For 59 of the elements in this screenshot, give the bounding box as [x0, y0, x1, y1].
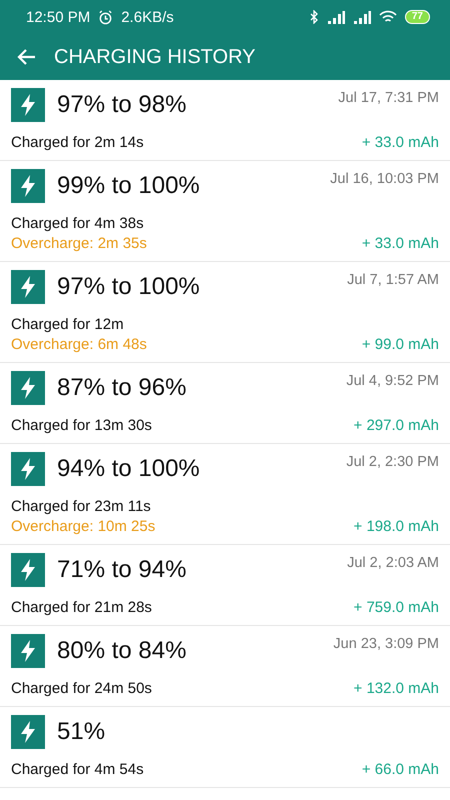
charge-session[interactable]: 94% to 100% Jul 2, 2:30 PM Charged for 23m 11s Overcharge: 10m 25s + 198.0 mAh	[0, 444, 450, 545]
lightning-icon	[11, 715, 45, 749]
session-date: Jun 23, 3:09 PM	[333, 635, 439, 652]
lightning-icon	[11, 634, 45, 668]
charge-session[interactable]: 80% to 84% Jun 23, 3:09 PM Charged for 24m 50s + 132.0 mAh	[0, 626, 450, 707]
charge-amount: + 33.0 mAh	[362, 235, 439, 252]
charge-session[interactable]: 97% to 98% Jul 17, 7:31 PM Charged for 2m 14s + 33.0 mAh	[0, 80, 450, 161]
lightning-icon	[11, 88, 45, 122]
session-date: Jul 2, 2:03 AM	[347, 554, 439, 571]
charge-range: 94% to 100%	[57, 454, 200, 484]
signal-icon	[326, 10, 345, 24]
charge-amount: + 66.0 mAh	[362, 761, 439, 778]
lightning-icon	[11, 270, 45, 304]
charge-duration: Charged for 21m 28s	[11, 599, 152, 616]
charge-session[interactable]: 51% Charged for 4m 54s + 66.0 mAh	[0, 707, 450, 788]
charge-amount: + 33.0 mAh	[362, 134, 439, 151]
charge-range: 87% to 96%	[57, 373, 186, 403]
charge-session[interactable]: 97% to 100% Jul 7, 1:57 AM Charged for 12m Overcharge: 6m 48s + 99.0 mAh	[0, 262, 450, 363]
clock-time: 12:50 PM	[26, 8, 90, 26]
network-speed: 2.6KB/s	[121, 8, 174, 26]
wifi-icon	[378, 10, 397, 24]
charge-duration: Charged for 23m 11s	[11, 498, 152, 515]
charge-range: 97% to 98%	[57, 90, 186, 120]
charge-range: 71% to 94%	[57, 555, 186, 585]
charge-duration: Charged for 4m 38s	[11, 215, 145, 232]
bluetooth-icon	[310, 10, 319, 24]
charge-amount: + 297.0 mAh	[354, 417, 439, 434]
charge-amount: + 198.0 mAh	[354, 518, 439, 535]
session-date: Jul 16, 10:03 PM	[330, 170, 439, 187]
lightning-icon	[11, 169, 45, 203]
session-date: Jul 17, 7:31 PM	[338, 89, 439, 106]
lightning-icon	[11, 452, 45, 486]
charge-duration: Charged for 2m 14s	[11, 134, 144, 151]
charge-duration: Charged for 4m 54s	[11, 761, 144, 778]
charge-range: 80% to 84%	[57, 636, 186, 666]
signal-icon	[352, 10, 371, 24]
overcharge-time: Overcharge: 10m 25s	[11, 518, 156, 535]
charge-duration: Charged for 12m	[11, 316, 125, 333]
lightning-icon	[11, 371, 45, 405]
alarm-icon	[98, 10, 114, 24]
session-date: Jul 4, 9:52 PM	[346, 372, 439, 389]
overcharge-time: Overcharge: 2m 35s	[11, 235, 147, 252]
charge-amount: + 132.0 mAh	[354, 680, 439, 697]
charge-duration: Charged for 13m 30s	[11, 417, 152, 434]
charge-session[interactable]: 71% to 94% Jul 2, 2:03 AM Charged for 21m 28s + 759.0 mAh	[0, 545, 450, 626]
overcharge-time: Overcharge: 6m 48s	[11, 336, 147, 353]
charge-range: 51%	[57, 717, 106, 747]
charge-amount: + 759.0 mAh	[354, 599, 439, 616]
screen-title: CHARGING HISTORY	[54, 46, 256, 68]
charge-range: 99% to 100%	[57, 171, 200, 201]
session-date: Jul 2, 2:30 PM	[346, 453, 439, 470]
lightning-icon	[11, 553, 45, 587]
battery-indicator: 77	[404, 10, 430, 24]
charge-range: 97% to 100%	[57, 272, 200, 302]
session-date: Jul 7, 1:57 AM	[347, 271, 439, 288]
charge-session[interactable]: 99% to 100% Jul 16, 10:03 PM Charged for 4m 38s Overcharge: 2m 35s + 33.0 mAh	[0, 161, 450, 262]
charge-duration: Charged for 24m 50s	[11, 680, 152, 697]
charge-session[interactable]: 87% to 96% Jul 4, 9:52 PM Charged for 13m 30s + 297.0 mAh	[0, 363, 450, 444]
charge-amount: + 99.0 mAh	[362, 336, 439, 353]
